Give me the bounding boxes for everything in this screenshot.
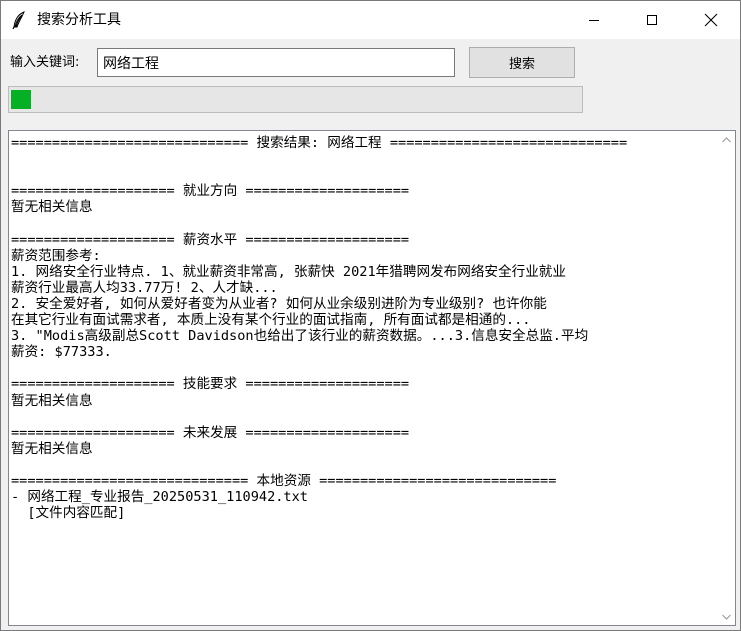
result-line: 暂无相关信息	[11, 440, 93, 457]
chevron-down-icon	[722, 614, 731, 620]
result-line: - 网络工程_专业报告_20250531_110942.txt	[11, 489, 308, 506]
maximize-button[interactable]	[629, 1, 675, 39]
result-line: 2. 安全爱好者, 如何从爱好者变为从业者? 如何从业余级别进阶为专业级别? 也…	[11, 295, 547, 312]
search-button[interactable]: 搜索	[469, 47, 575, 78]
result-line: 暂无相关信息	[11, 392, 93, 409]
results-textarea[interactable]: ============================= 搜索结果: 网络工程…	[8, 130, 736, 626]
result-line: ==================== 薪资水平 ==============…	[11, 231, 410, 248]
close-icon	[704, 13, 718, 27]
result-line: ============================= 本地资源 =====…	[11, 472, 557, 489]
feather-icon	[9, 10, 29, 30]
progress-bar	[8, 86, 583, 113]
result-line: [文件内容匹配]	[11, 505, 126, 522]
results-text: ============================= 搜索结果: 网络工程…	[11, 135, 716, 521]
result-line: 3. "Modis高级副总Scott Davidson也给出了该行业的薪资数据。…	[11, 328, 589, 345]
vertical-scrollbar[interactable]	[718, 131, 735, 625]
minimize-button[interactable]	[571, 1, 617, 39]
maximize-icon	[647, 15, 657, 25]
result-line: ============================= 搜索结果: 网络工程…	[11, 135, 628, 151]
result-line: 薪资: $77333.	[11, 344, 112, 361]
search-input[interactable]	[97, 48, 455, 77]
result-line: 1. 网络安全行业特点. 1、就业薪资非常高, 张薪快 2021年猎聘网发布网络…	[11, 263, 566, 280]
app-window: 搜索分析工具 输入关键词: 搜索 =======================…	[0, 0, 741, 631]
scroll-down-button[interactable]	[718, 608, 735, 625]
result-line: 薪资行业最高人均33.77万! 2、人才缺...	[11, 279, 278, 296]
scroll-up-button[interactable]	[718, 131, 735, 148]
title-bar[interactable]: 搜索分析工具	[1, 1, 740, 39]
result-line: 暂无相关信息	[11, 199, 93, 216]
chevron-up-icon	[722, 136, 731, 142]
close-button[interactable]	[688, 1, 734, 39]
result-line: 在其它行业有面试需求者, 本质上没有某个行业的面试指南, 所有面试都是相通的..…	[11, 312, 531, 329]
result-line: ==================== 就业方向 ==============…	[11, 183, 410, 200]
window-title: 搜索分析工具	[37, 12, 121, 28]
result-line: ==================== 未来发展 ==============…	[11, 424, 410, 441]
keyword-label: 输入关键词:	[10, 55, 80, 70]
progress-fill	[11, 90, 31, 109]
result-line: 薪资范围参考:	[11, 247, 101, 264]
result-line: ==================== 技能要求 ==============…	[11, 376, 410, 393]
minimize-icon	[589, 20, 599, 21]
